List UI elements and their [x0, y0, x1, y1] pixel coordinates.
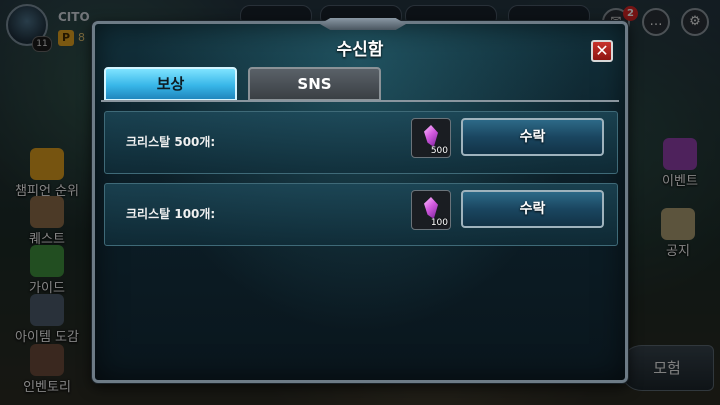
accept-button[interactable]: 수락 [461, 190, 604, 228]
mailbox-dialog: 수신함 ✕ 보상 SNS 크리스탈 500개: 500 수락 크리스탈 100개… [92, 18, 628, 383]
reward-item-slot: 500 [411, 118, 451, 158]
accept-button[interactable]: 수락 [461, 118, 604, 156]
tab-sns[interactable]: SNS [248, 67, 381, 101]
close-button[interactable]: ✕ [591, 40, 613, 62]
crystal-icon [424, 197, 438, 219]
reward-label: 크리스탈 100개: [126, 207, 216, 221]
reward-quantity: 100 [430, 218, 448, 228]
tab-rewards[interactable]: 보상 [104, 67, 237, 101]
dialog-title: 수신함 [336, 40, 384, 60]
reward-item-slot: 100 [411, 190, 451, 230]
dialog-ornament [320, 18, 406, 30]
reward-row: 크리스탈 100개: 100 수락 [104, 183, 618, 246]
reward-row: 크리스탈 500개: 500 수락 [104, 111, 618, 174]
tab-divider [101, 100, 619, 102]
reward-label: 크리스탈 500개: [126, 135, 216, 149]
crystal-icon [424, 125, 438, 147]
reward-quantity: 500 [430, 146, 448, 156]
